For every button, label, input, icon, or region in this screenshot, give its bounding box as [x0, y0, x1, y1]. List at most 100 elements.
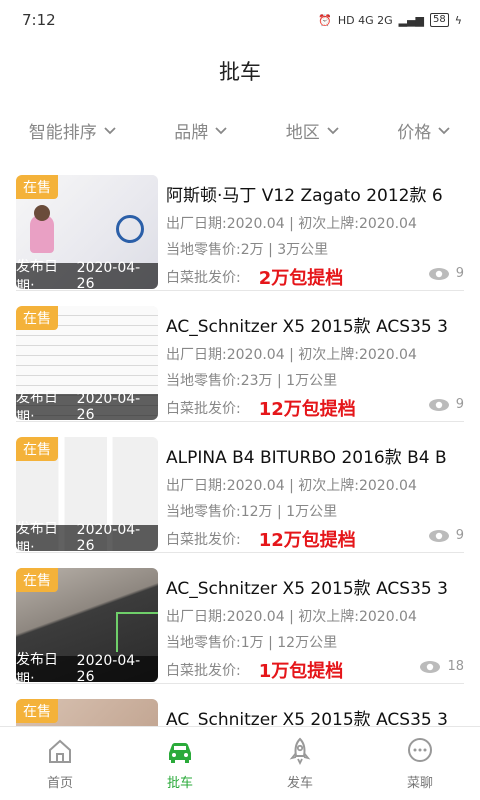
list-item[interactable]: 在售 发布日期: 2020-04-26 AC_Schnitzer X5 2015款… — [16, 553, 464, 684]
car-name: ALPINA B4 BITURBO 2016款 B4 B — [166, 448, 447, 468]
tab-chat[interactable]: 菜聊 — [360, 727, 480, 800]
views-value: 9 — [455, 397, 464, 412]
separator: | — [284, 216, 299, 232]
mileage-value: 12万公里 — [277, 635, 338, 651]
tab-home[interactable]: 首页 — [0, 727, 120, 800]
retail-label: 当地零售价: — [166, 242, 241, 258]
mileage-value: 1万公里 — [286, 373, 338, 389]
bottom-tab-bar: 首页 批车 发车 菜聊 — [0, 726, 480, 800]
car-dates: 出厂日期:2020.04 | 初次上牌:2020.04 — [166, 475, 464, 495]
first-reg-value: 2020.04 — [358, 216, 417, 232]
publish-date: 发布日期: 2020-04-26 — [16, 390, 158, 420]
chevron-down-icon — [215, 127, 227, 135]
view-count: 9 — [428, 397, 464, 412]
filter-price[interactable]: 价格 — [397, 118, 451, 143]
filter-bar: 智能排序 品牌 地区 价格 — [0, 102, 480, 158]
filter-brand[interactable]: 品牌 — [174, 118, 228, 143]
wholesale-label: 白菜批发价: — [166, 663, 241, 679]
retail-value: 1万 — [240, 635, 264, 651]
status-badge: 在售 — [16, 568, 58, 592]
eye-icon — [428, 398, 449, 411]
filter-sort[interactable]: 智能排序 — [29, 118, 117, 143]
charging-icon: ϟ — [454, 13, 462, 27]
retail-label: 当地零售价: — [166, 504, 241, 520]
car-thumbnail: 在售 发布日期: 2020-04-26 — [16, 568, 158, 682]
home-icon — [49, 739, 71, 763]
car-thumbnail: 在售 — [16, 699, 158, 726]
tab-label: 菜聊 — [406, 776, 433, 791]
car-info: AC_Schnitzer X5 2015款 ACS35 3 — [166, 689, 464, 726]
wholesale-price: 12万包提档 — [258, 399, 356, 420]
separator: | — [263, 635, 278, 651]
price-row: 白菜批发价: 2万包提档 9 — [166, 264, 464, 290]
views-value: 9 — [455, 266, 464, 281]
view-count: 9 — [428, 528, 464, 543]
filter-label: 地区 — [285, 122, 320, 143]
list-item[interactable]: 在售 AC_Schnitzer X5 2015款 ACS35 3 — [16, 684, 464, 726]
price-row: 白菜批发价: 12万包提档 9 — [166, 395, 464, 421]
chevron-down-icon — [438, 127, 450, 135]
tab-cars[interactable]: 批车 — [120, 727, 240, 800]
date-prefix: 发布日期: — [16, 521, 58, 551]
tab-label: 批车 — [166, 776, 193, 791]
status-bar: 7:12 ⏰ HD 4G 2G ▂▄▆ 58 ϟ — [0, 0, 480, 40]
factory-value: 2020.04 — [226, 216, 285, 232]
wholesale-label: 白菜批发价: — [166, 401, 241, 417]
first-reg-label: 初次上牌: — [298, 216, 359, 232]
tab-post[interactable]: 发车 — [240, 727, 360, 800]
wholesale-price: 1万包提档 — [258, 661, 344, 682]
car-retail: 当地零售价:12万 | 1万公里 — [166, 501, 464, 521]
tab-label: 发车 — [286, 776, 313, 791]
list-item[interactable]: 在售 发布日期: 2020-04-26 AC_Schnitzer X5 2015款… — [16, 291, 464, 422]
car-info: AC_Schnitzer X5 2015款 ACS35 3 出厂日期:2020.… — [166, 296, 464, 421]
retail-value: 2万 — [240, 242, 264, 258]
chevron-down-icon — [104, 127, 116, 135]
retail-value: 23万 — [240, 373, 273, 389]
network-label: HD 4G 2G — [337, 13, 393, 27]
eye-icon — [420, 660, 441, 673]
filter-label: 价格 — [397, 122, 432, 143]
battery-icon: 58 — [430, 13, 449, 27]
separator: | — [284, 347, 299, 363]
filter-region[interactable]: 地区 — [286, 118, 340, 143]
car-info: ALPINA B4 BITURBO 2016款 B4 B 出厂日期: 2020.0… — [166, 427, 464, 552]
first-reg-label: 初次上牌: — [298, 478, 359, 494]
factory-value: 2020.04 — [226, 347, 285, 363]
car-info: 阿斯顿·马丁 V12 Zagato 2012款 6 出厂日期:2020.04 |… — [166, 165, 464, 290]
separator: | — [272, 373, 287, 389]
car-name: AC_Schnitzer X5 2015款 ACS35 3 — [166, 579, 448, 599]
rocket-icon — [289, 737, 311, 766]
wholesale-price: 12万包提档 — [258, 530, 356, 551]
separator: | — [284, 478, 299, 494]
car-icon — [169, 743, 191, 763]
views-value: 18 — [447, 659, 464, 674]
car-dates: 出厂日期:2020.04 | 初次上牌:2020.04 — [166, 213, 464, 233]
first-reg-value: 2020.04 — [358, 478, 417, 494]
chat-icon — [408, 738, 432, 762]
date-value: 2020-04-26 — [76, 260, 141, 289]
publish-date: 发布日期: 2020-04-26 — [16, 652, 158, 682]
publish-date: 发布日期: 2020-04-26 — [16, 259, 158, 289]
date-prefix: 发布日期: — [16, 259, 58, 289]
status-badge: 在售 — [16, 175, 58, 199]
factory-value: 2020.04 — [226, 609, 285, 625]
factory-label: 出厂日期: — [166, 216, 227, 232]
price-row: 白菜批发价: 12万包提档 9 — [166, 526, 464, 552]
list-item[interactable]: 在售 发布日期: 2020-04-26 ALPINA B4 BITURBO 201… — [16, 422, 464, 553]
first-reg-value: 2020.04 — [358, 347, 417, 363]
first-reg-label: 初次上牌: — [298, 609, 359, 625]
car-retail: 当地零售价:1万 | 12万公里 — [166, 632, 464, 652]
alarm-icon: ⏰ — [318, 13, 332, 27]
wholesale-price: 2万包提档 — [258, 268, 344, 289]
separator: | — [263, 242, 278, 258]
chevron-down-icon — [327, 127, 339, 135]
status-time: 7:12 — [22, 11, 56, 29]
mileage-value: 1万公里 — [286, 504, 338, 520]
car-list[interactable]: 在售 发布日期: 2020-04-26 阿斯顿·马丁 V12 Zagato 201… — [0, 160, 480, 726]
view-count: 18 — [419, 659, 464, 674]
list-item[interactable]: 在售 发布日期: 2020-04-26 阿斯顿·马丁 V12 Zagato 201… — [16, 160, 464, 291]
car-name: AC_Schnitzer X5 2015款 ACS35 3 — [166, 710, 448, 726]
tab-label: 首页 — [46, 776, 73, 791]
car-thumbnail: 在售 发布日期: 2020-04-26 — [16, 437, 158, 551]
factory-label: 出厂日期: — [166, 478, 227, 494]
